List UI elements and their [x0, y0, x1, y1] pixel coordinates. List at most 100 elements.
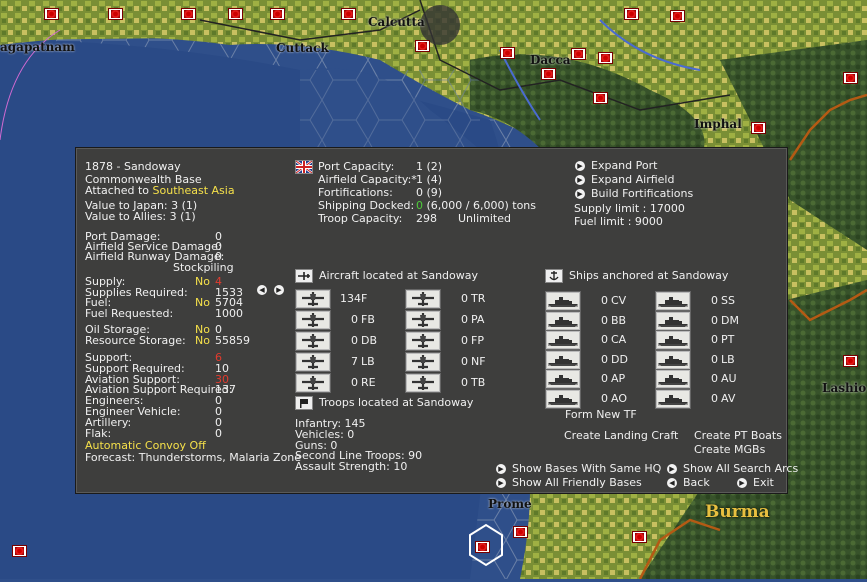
fuel-requested-label: Fuel Requested: [85, 307, 174, 320]
ship-type-lb: LB [721, 352, 735, 366]
ship-slot-ss[interactable] [655, 291, 691, 311]
map-label-burma: Burma [705, 502, 770, 522]
base-marker-icon[interactable] [270, 8, 285, 20]
aircraft-count-tr: 0 [461, 292, 468, 305]
expand-airfield-button[interactable]: ▶ Expand Airfield [575, 174, 674, 186]
base-marker-icon[interactable] [624, 8, 639, 20]
base-marker-icon[interactable] [44, 8, 59, 20]
aircraft-slot-fp[interactable] [405, 331, 441, 351]
supply-stockpile-toggle[interactable]: No [195, 276, 210, 287]
ship-slot-ca[interactable] [545, 330, 581, 350]
resource-storage-toggle[interactable]: No [195, 335, 210, 346]
create-mgbs-button[interactable]: Create MGBs [694, 444, 765, 456]
create-pt-boats-button[interactable]: Create PT Boats [694, 430, 782, 442]
aircraft-slot-lb[interactable] [295, 352, 331, 372]
base-marker-icon[interactable] [571, 48, 586, 60]
base-marker-icon[interactable] [593, 92, 608, 104]
exit-button[interactable]: ▶ Exit [737, 477, 774, 489]
base-marker-icon[interactable] [843, 355, 858, 367]
attached-hq-link[interactable]: Southeast Asia [153, 184, 235, 197]
ship-slot-bb[interactable] [545, 310, 581, 331]
ship-type-ao: AO [611, 391, 627, 405]
decrease-arrow-icon[interactable]: ◀ [257, 284, 273, 296]
aircraft-count-re: 0 [351, 376, 358, 389]
airfield-capacity-value: 1 (4) [416, 173, 443, 186]
ship-count-ss: 0 [711, 294, 718, 307]
port-capacity-value: 1 (2) [416, 160, 443, 173]
ship-slot-cv[interactable] [545, 291, 581, 311]
build-fortifications-button[interactable]: ▶ Build Fortifications [575, 188, 693, 200]
selected-base-marker-icon[interactable] [475, 541, 490, 553]
aircraft-count-nf: 0 [461, 355, 468, 368]
base-marker-icon[interactable] [632, 531, 647, 543]
ship-type-dm: DM [721, 313, 739, 327]
base-marker-icon[interactable] [341, 8, 356, 20]
ship-type-ss: SS [721, 294, 735, 307]
ship-slot-dd[interactable] [545, 349, 581, 370]
aircraft-slot-db[interactable] [295, 331, 331, 351]
base-marker-icon[interactable] [541, 68, 556, 80]
build-fortifications-label: Build Fortifications [591, 187, 694, 200]
back-button[interactable]: ◀ Back [667, 477, 710, 489]
arrow-right-icon: ▶ [575, 161, 585, 171]
base-marker-icon[interactable] [228, 8, 243, 20]
show-bases-same-hq-button[interactable]: ▶ Show Bases With Same HQ [496, 463, 661, 475]
aircraft-slot-f[interactable] [295, 289, 331, 309]
forecast: Forecast: Thunderstorms, Malaria Zone [85, 451, 302, 464]
base-marker-icon[interactable] [181, 8, 196, 20]
increase-arrow-icon[interactable]: ▶ [274, 284, 290, 296]
ship-type-bb: BB [611, 313, 627, 327]
fuel-limit: Fuel limit : 9000 [574, 215, 663, 228]
ship-count-dm: 0 [711, 313, 718, 327]
map-label-lashio: Lashio [822, 381, 867, 395]
base-marker-icon[interactable] [12, 545, 27, 557]
aircraft-slot-nf[interactable] [405, 352, 441, 372]
base-marker-icon[interactable] [108, 8, 123, 20]
aircraft-slot-tb[interactable] [405, 373, 441, 393]
ship-count-ao: 0 [601, 391, 608, 405]
stockpiling-label: Stockpiling [173, 261, 234, 274]
show-search-arcs-button[interactable]: ▶ Show All Search Arcs [667, 463, 798, 475]
troops-assault-strength: Assault Strength: 10 [295, 460, 408, 473]
show-friendly-bases-button[interactable]: ▶ Show All Friendly Bases [496, 477, 642, 489]
map-label-dacca: Dacca [530, 53, 571, 67]
arrow-right-icon: ▶ [667, 464, 677, 474]
base-marker-icon[interactable] [513, 526, 528, 538]
aircraft-slot-tr[interactable] [405, 289, 441, 309]
ship-slot-pt[interactable] [655, 330, 691, 350]
exit-label: Exit [753, 476, 774, 489]
ship-slot-lb[interactable] [655, 349, 691, 370]
aircraft-slot-pa[interactable] [405, 310, 441, 330]
troop-capacity-label: Troop Capacity: [318, 212, 403, 225]
ship-count-ca: 0 [601, 333, 608, 346]
ship-slot-au[interactable] [655, 369, 691, 389]
map-label-imphal: Imphal [694, 117, 742, 131]
expand-port-button[interactable]: ▶ Expand Port [575, 160, 657, 172]
aircraft-slot-re[interactable] [295, 373, 331, 393]
union-jack-flag-icon [295, 160, 313, 174]
aircraft-type-f: F [361, 292, 368, 305]
arrow-right-icon: ▶ [575, 189, 585, 199]
base-info-panel: 1878 - Sandoway Commonwealth Base Attach… [75, 147, 798, 494]
create-landing-craft-button[interactable]: Create Landing Craft [564, 430, 678, 442]
aircraft-count-lb: 7 [351, 355, 358, 368]
map-label-cuttack: Cuttack [276, 41, 329, 55]
shipping-docked-label: Shipping Docked: [318, 199, 415, 212]
base-marker-icon[interactable] [751, 122, 766, 134]
show-bases-same-hq-label: Show Bases With Same HQ [512, 462, 662, 475]
base-marker-icon[interactable] [415, 40, 430, 52]
base-marker-icon[interactable] [843, 72, 858, 84]
aircraft-count-db: 0 [351, 334, 358, 347]
automatic-convoy-toggle[interactable]: Automatic Convoy Off [85, 440, 206, 451]
ship-slot-dm[interactable] [655, 310, 691, 331]
base-marker-icon[interactable] [500, 47, 515, 59]
aircraft-count-tb: 0 [461, 376, 468, 389]
base-marker-icon[interactable] [598, 52, 613, 64]
form-new-tf-button[interactable]: Form New TF [565, 409, 637, 421]
fuel-stockpile-toggle[interactable]: No [195, 297, 210, 308]
ship-slot-ao[interactable] [545, 388, 581, 409]
base-marker-icon[interactable] [670, 10, 685, 22]
ship-slot-ap[interactable] [545, 369, 581, 389]
ship-slot-av[interactable] [655, 388, 691, 409]
aircraft-slot-fb[interactable] [295, 310, 331, 330]
